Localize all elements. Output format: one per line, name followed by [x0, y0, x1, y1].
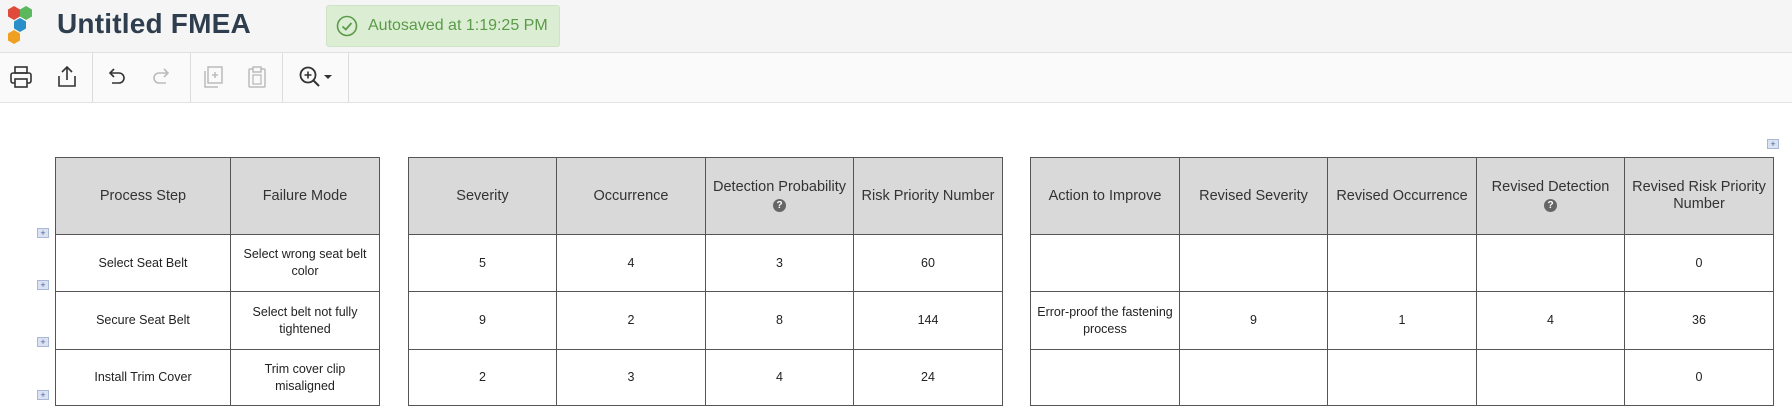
table-cell[interactable] [1327, 234, 1477, 292]
print-icon [10, 66, 32, 88]
table-cell[interactable]: 0 [1624, 234, 1774, 292]
add-row-button[interactable]: + [37, 337, 49, 347]
redo-button[interactable] [145, 60, 179, 94]
table-cell[interactable]: 8 [705, 291, 854, 350]
column-header[interactable]: Process Step [55, 157, 231, 235]
table-cell[interactable]: Error-proof the fastening process [1030, 291, 1180, 350]
column-header[interactable]: Severity [408, 157, 557, 235]
column-header[interactable]: Occurrence [556, 157, 706, 235]
redo-icon [153, 68, 170, 84]
table-cell[interactable]: 3 [556, 349, 706, 406]
zoom-icon [299, 66, 320, 87]
duplicate-button[interactable] [196, 60, 230, 94]
page-title: Untitled FMEA [57, 8, 251, 39]
paste-button[interactable] [240, 60, 274, 94]
add-column-button[interactable]: + [1767, 139, 1779, 149]
caret-down-icon [324, 75, 332, 79]
table-cell[interactable]: 4 [1476, 291, 1625, 350]
table-row: Error-proof the fastening process 9 1 4 … [1030, 291, 1774, 350]
table-cell[interactable] [1327, 349, 1477, 406]
table-cell[interactable]: 5 [408, 234, 557, 292]
column-header[interactable]: Revised Severity [1179, 157, 1328, 235]
process-table: Process Step Failure Mode Select Seat Be… [55, 157, 380, 406]
column-header-label: Detection Probability [713, 179, 846, 195]
table-cell[interactable]: 1 [1327, 291, 1477, 350]
table-cell[interactable]: 9 [1179, 291, 1328, 350]
table-cell[interactable]: 2 [556, 291, 706, 350]
table-cell[interactable]: 60 [853, 234, 1003, 292]
table-row: 9 2 8 144 [408, 291, 1003, 350]
table-cell[interactable]: 4 [705, 349, 854, 406]
table-cell[interactable] [1179, 349, 1328, 406]
column-header[interactable]: Revised Detection ? [1476, 157, 1625, 235]
table-cell[interactable]: 0 [1624, 349, 1774, 406]
table-cell[interactable]: 4 [556, 234, 706, 292]
table-cell[interactable]: 3 [705, 234, 854, 292]
export-button[interactable] [50, 60, 84, 94]
table-cell[interactable]: Install Trim Cover [55, 349, 231, 406]
help-icon[interactable]: ? [1544, 199, 1557, 212]
table-row: 5 4 3 60 [408, 234, 1003, 292]
add-row-button[interactable]: + [37, 228, 49, 238]
table-cell[interactable]: 24 [853, 349, 1003, 406]
autosave-status-badge: Autosaved at 1:19:25 PM [326, 5, 560, 47]
app-logo-icon [8, 6, 32, 44]
column-header[interactable]: Action to Improve [1030, 157, 1180, 235]
check-circle-icon [336, 15, 358, 37]
print-button[interactable] [4, 60, 38, 94]
table-cell[interactable]: 2 [408, 349, 557, 406]
table-row: 2 3 4 24 [408, 349, 1003, 406]
table-cell[interactable]: Select Seat Belt [55, 234, 231, 292]
duplicate-icon [204, 66, 223, 88]
toolbar [0, 53, 1792, 103]
table-row: Install Trim Cover Trim cover clip misal… [55, 349, 380, 406]
help-icon[interactable]: ? [773, 199, 786, 212]
table-cell[interactable]: 144 [853, 291, 1003, 350]
table-row: 0 [1030, 349, 1774, 406]
table-cell[interactable]: Select wrong seat belt color [230, 234, 380, 292]
table-cell[interactable] [1476, 234, 1625, 292]
autosave-text: Autosaved at 1:19:25 PM [368, 17, 548, 34]
column-header[interactable]: Revised Risk Priority Number [1624, 157, 1774, 235]
table-cell[interactable] [1476, 349, 1625, 406]
risk-table: Severity Occurrence Detection Probabilit… [408, 157, 1003, 406]
app-header: Untitled FMEA Autosaved at 1:19:25 PM [0, 0, 1792, 53]
table-cell[interactable]: Trim cover clip misaligned [230, 349, 380, 406]
column-header-label: Revised Detection [1491, 179, 1610, 195]
table-cell[interactable]: 9 [408, 291, 557, 350]
table-row: Select Seat Belt Select wrong seat belt … [55, 234, 380, 292]
table-row: Secure Seat Belt Select belt not fully t… [55, 291, 380, 350]
undo-icon [108, 68, 125, 84]
action-table: Action to Improve Revised Severity Revis… [1030, 157, 1774, 406]
table-cell[interactable] [1179, 234, 1328, 292]
table-cell[interactable]: 36 [1624, 291, 1774, 350]
add-row-button[interactable]: + [37, 390, 49, 400]
column-header[interactable]: Risk Priority Number [853, 157, 1003, 235]
column-header[interactable]: Detection Probability ? [705, 157, 854, 235]
export-icon [58, 65, 76, 87]
add-row-button[interactable]: + [37, 280, 49, 290]
undo-button[interactable] [99, 60, 133, 94]
column-header[interactable]: Revised Occurrence [1327, 157, 1477, 235]
table-cell[interactable]: Secure Seat Belt [55, 291, 231, 350]
column-header[interactable]: Failure Mode [230, 157, 380, 235]
table-row: 0 [1030, 234, 1774, 292]
paste-icon [248, 66, 266, 88]
table-cell[interactable] [1030, 234, 1180, 292]
table-cell[interactable] [1030, 349, 1180, 406]
table-cell[interactable]: Select belt not fully tightened [230, 291, 380, 350]
zoom-dropdown-button[interactable] [291, 60, 339, 94]
